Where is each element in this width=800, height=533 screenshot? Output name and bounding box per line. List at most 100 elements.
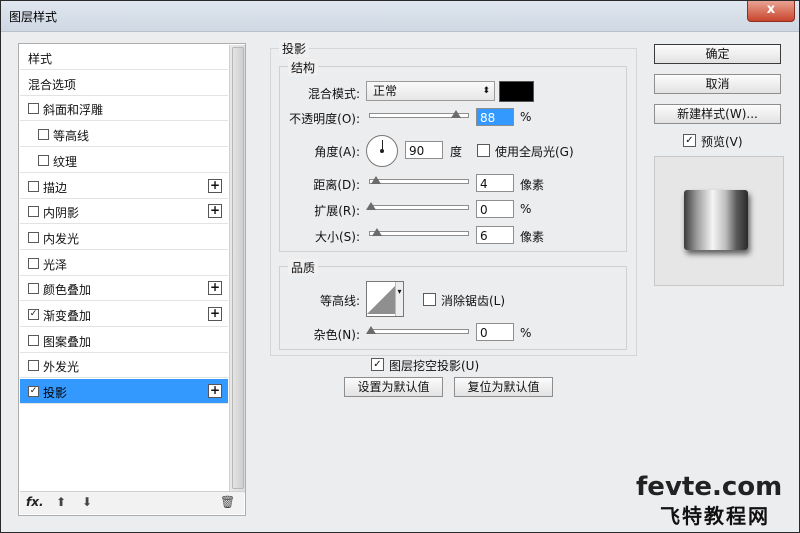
noise-slider-knob[interactable] bbox=[366, 326, 376, 334]
style-list-item-label: 投影 bbox=[43, 386, 68, 401]
fx-icon[interactable]: fx. bbox=[26, 495, 44, 509]
distance-label: 距离(D): bbox=[313, 178, 360, 192]
spread-slider-knob[interactable] bbox=[366, 202, 376, 210]
style-list-item-label: 内发光 bbox=[43, 231, 80, 246]
style-list-item[interactable]: 等高线 bbox=[20, 122, 228, 148]
title-bar: 图层样式 x bbox=[1, 1, 799, 32]
move-up-icon[interactable]: ⬆ bbox=[56, 495, 66, 509]
add-effect-icon[interactable]: + bbox=[208, 204, 222, 219]
angle-label: 角度(A): bbox=[314, 145, 360, 159]
add-effect-icon[interactable]: + bbox=[208, 307, 222, 321]
style-checkbox[interactable] bbox=[28, 231, 39, 243]
size-slider[interactable] bbox=[369, 228, 469, 236]
style-list-item[interactable]: 内发光 bbox=[20, 225, 228, 250]
reset-default-button[interactable]: 复位为默认值 bbox=[454, 377, 553, 397]
add-effect-icon[interactable]: + bbox=[208, 384, 222, 399]
style-list-item[interactable]: 内阴影 + bbox=[20, 199, 228, 225]
style-list-item[interactable]: 颜色叠加 + bbox=[20, 276, 228, 302]
style-checkbox[interactable] bbox=[38, 154, 49, 166]
noise-input[interactable]: 0 bbox=[476, 323, 514, 341]
style-list-item-label: 内阴影 bbox=[43, 206, 80, 221]
style-list-item-label: 光泽 bbox=[43, 257, 68, 272]
style-list-item-label: 样式 bbox=[28, 52, 53, 66]
style-list-item-label: 混合选项 bbox=[28, 77, 77, 92]
style-list-item[interactable]: 混合选项 bbox=[20, 71, 228, 96]
opacity-unit: % bbox=[520, 110, 532, 124]
anti-alias-label: 消除锯齿(L) bbox=[441, 294, 506, 308]
style-checkbox[interactable] bbox=[28, 360, 39, 372]
preview-checkbox[interactable]: ✓ bbox=[683, 134, 696, 147]
knockout-label: 图层挖空投影(U) bbox=[389, 359, 480, 373]
style-list-item-label: 等高线 bbox=[53, 129, 90, 144]
structure-title: 结构 bbox=[288, 59, 319, 76]
angle-center bbox=[380, 149, 384, 153]
scrollbar-thumb[interactable] bbox=[232, 47, 244, 489]
style-list-scrollbar[interactable] bbox=[229, 45, 245, 493]
style-checkbox[interactable] bbox=[28, 206, 39, 218]
check-icon: ✓ bbox=[373, 359, 382, 370]
style-list-item[interactable]: 光泽 bbox=[20, 251, 228, 276]
opacity-slider[interactable] bbox=[369, 110, 469, 118]
opacity-label: 不透明度(O): bbox=[289, 112, 360, 126]
spread-unit: % bbox=[520, 202, 532, 216]
close-button[interactable]: x bbox=[747, 1, 795, 22]
style-list-item[interactable]: 样式 bbox=[20, 45, 228, 70]
size-label: 大小(S): bbox=[314, 230, 360, 244]
noise-label: 杂色(N): bbox=[313, 328, 360, 342]
distance-slider-knob[interactable] bbox=[371, 176, 381, 184]
style-checkbox[interactable]: ✓ bbox=[28, 386, 39, 398]
style-list-item[interactable]: 外发光 bbox=[20, 353, 228, 379]
style-checkbox[interactable]: ✓ bbox=[28, 309, 39, 320]
anti-alias-checkbox[interactable] bbox=[423, 293, 436, 306]
opacity-input[interactable]: 88 bbox=[476, 108, 514, 126]
watermark-site-name: 飞特教程网 bbox=[660, 504, 770, 528]
distance-slider[interactable] bbox=[369, 176, 469, 184]
blend-mode-select[interactable]: 正常 ⬍ bbox=[366, 81, 495, 101]
style-list-item-label: 渐变叠加 bbox=[43, 309, 92, 323]
new-style-button[interactable]: 新建样式(W)... bbox=[654, 104, 781, 124]
style-list-item-label: 图案叠加 bbox=[43, 334, 92, 349]
updown-arrow-icon: ⬍ bbox=[482, 86, 490, 96]
add-effect-icon[interactable]: + bbox=[208, 281, 222, 296]
opacity-slider-knob[interactable] bbox=[451, 110, 462, 118]
dialog-title: 图层样式 bbox=[9, 10, 58, 24]
global-light-checkbox[interactable] bbox=[477, 144, 490, 157]
size-slider-knob[interactable] bbox=[372, 228, 382, 236]
angle-input[interactable]: 90 bbox=[405, 141, 443, 159]
shadow-color-swatch[interactable] bbox=[499, 81, 534, 102]
watermark-domain: fevte.com bbox=[636, 472, 783, 502]
noise-slider[interactable] bbox=[366, 326, 469, 334]
angle-dial[interactable] bbox=[366, 135, 398, 167]
style-list-item[interactable]: 描边 + bbox=[20, 174, 228, 199]
spread-slider[interactable] bbox=[366, 202, 469, 210]
style-list-item[interactable]: ✓ 渐变叠加 + bbox=[20, 302, 228, 327]
style-list-item[interactable]: 斜面和浮雕 bbox=[20, 96, 228, 122]
style-checkbox[interactable] bbox=[28, 180, 39, 192]
style-checkbox[interactable] bbox=[28, 103, 39, 115]
blend-mode-value: 正常 bbox=[373, 84, 398, 98]
ok-button[interactable]: 确定 bbox=[654, 44, 781, 64]
make-default-button[interactable]: 设置为默认值 bbox=[344, 377, 443, 397]
style-checkbox[interactable] bbox=[38, 129, 49, 141]
style-checkbox[interactable] bbox=[28, 283, 39, 295]
distance-input[interactable]: 4 bbox=[476, 174, 514, 192]
chevron-down-icon[interactable]: ▾ bbox=[395, 282, 403, 316]
style-checkbox[interactable] bbox=[28, 334, 39, 346]
style-list-item[interactable]: 图案叠加 bbox=[20, 328, 228, 353]
distance-unit: 像素 bbox=[520, 178, 545, 192]
size-input[interactable]: 6 bbox=[476, 226, 514, 244]
add-effect-icon[interactable]: + bbox=[208, 178, 222, 193]
style-list-item[interactable]: 纹理 bbox=[20, 148, 228, 173]
spread-input[interactable]: 0 bbox=[476, 200, 514, 218]
style-checkbox[interactable] bbox=[28, 257, 39, 269]
contour-picker[interactable]: ▾ bbox=[366, 281, 404, 317]
style-list-item-label: 颜色叠加 bbox=[43, 283, 92, 298]
style-list-footer: fx. ⬆ ⬇ 🗑 bbox=[20, 491, 244, 514]
blend-mode-label: 混合模式: bbox=[307, 87, 360, 101]
style-list-item[interactable]: ✓ 投影 + bbox=[20, 379, 228, 405]
knockout-checkbox[interactable]: ✓ bbox=[371, 358, 384, 371]
cancel-button[interactable]: 取消 bbox=[654, 74, 781, 94]
close-icon: x bbox=[766, 2, 776, 17]
move-down-icon[interactable]: ⬇ bbox=[82, 495, 92, 509]
trash-icon[interactable]: 🗑 bbox=[220, 495, 235, 509]
